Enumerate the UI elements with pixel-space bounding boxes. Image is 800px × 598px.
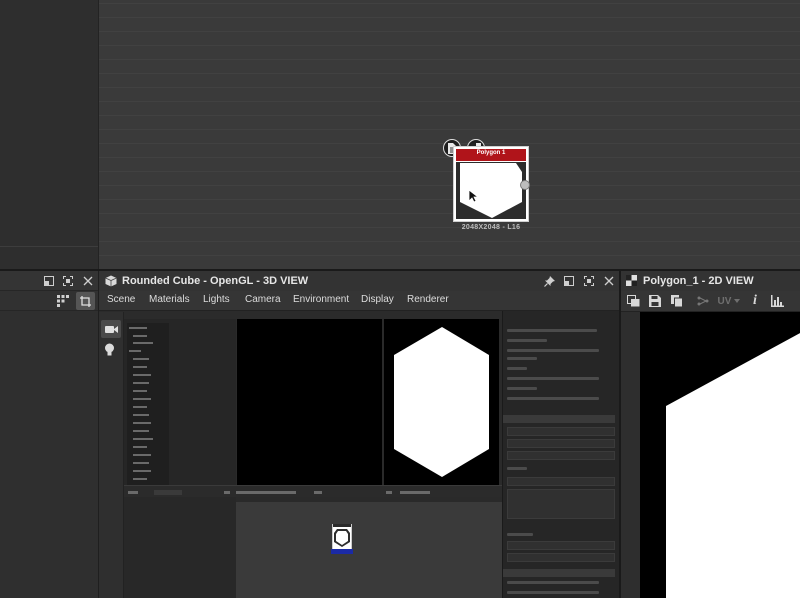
prop-slider [507, 591, 599, 594]
export-icon[interactable] [623, 291, 643, 311]
prop-field [507, 553, 615, 562]
grid-icon[interactable] [57, 295, 69, 307]
embedded-node-selection [331, 549, 353, 554]
info-icon[interactable]: i [745, 291, 765, 311]
view3d-toolstrip [99, 312, 124, 598]
view3d-title: Rounded Cube - OpenGL - 3D VIEW [122, 275, 309, 287]
prop-section-header [503, 415, 615, 423]
view2d-canvas[interactable] [621, 312, 800, 598]
prop-label [507, 467, 527, 470]
prop-label [507, 339, 547, 342]
maximize-icon[interactable] [63, 276, 73, 286]
node-thumbnail [456, 162, 526, 219]
embedded-graph-node [331, 524, 353, 554]
view3d-viewport[interactable] [124, 311, 619, 598]
close-icon[interactable] [83, 276, 93, 286]
prop-slider [507, 397, 599, 400]
embedded-3d-viewport [237, 319, 382, 489]
expand-icon[interactable] [44, 276, 54, 286]
left-bottom-panel [0, 271, 99, 598]
view2d-titlebar: Polygon_1 - 2D VIEW [621, 271, 800, 291]
polygon-thumbnail-shape [460, 163, 522, 218]
pin-icon[interactable] [544, 276, 555, 287]
prop-slider [507, 329, 597, 332]
cube-icon [105, 275, 117, 287]
left-bottom-titlebar [0, 271, 98, 291]
mouse-cursor-icon [468, 189, 479, 203]
view2d-toolbar: UV i [621, 291, 800, 312]
menu-renderer[interactable]: Renderer [407, 294, 449, 305]
view2d-polygon-shape [666, 333, 800, 598]
prop-field [507, 477, 615, 486]
view3d-panel: Rounded Cube - OpenGL - 3D VIEW Scene Ma… [99, 271, 619, 598]
menu-scene[interactable]: Scene [107, 294, 135, 305]
prop-label [507, 367, 527, 370]
uv-dropdown[interactable]: UV [715, 291, 743, 311]
embedded-bottom-bar [124, 485, 504, 497]
left-bottom-toolbar [0, 291, 98, 311]
copy-icon[interactable] [667, 291, 687, 311]
view2d-title: Polygon_1 - 2D VIEW [643, 275, 754, 287]
prop-slider [507, 377, 599, 380]
chevron-down-icon [734, 299, 741, 303]
expand-icon[interactable] [564, 276, 574, 286]
camera-icon[interactable] [101, 320, 121, 338]
graph-node-polygon[interactable]: Polygon 1 [453, 146, 529, 222]
left-panel [0, 0, 99, 270]
uv-label: UV [717, 295, 732, 307]
embedded-node-header [333, 524, 351, 527]
view3d-menubar: Scene Materials Lights Camera Environmen… [99, 291, 619, 311]
menu-lights[interactable]: Lights [203, 294, 230, 305]
checker-icon [626, 275, 637, 286]
menu-camera[interactable]: Camera [245, 294, 281, 305]
prop-section-header [503, 569, 615, 577]
prop-field [507, 451, 615, 460]
prop-textarea [507, 489, 615, 519]
maximize-icon[interactable] [584, 276, 594, 286]
view2d-panel: Polygon_1 - 2D VIEW UV i [619, 271, 800, 598]
histogram-icon[interactable] [767, 291, 787, 311]
menu-materials[interactable]: Materials [149, 294, 190, 305]
node-resolution-label: 2048X2048 - L16 [461, 224, 521, 231]
menu-environment[interactable]: Environment [293, 294, 349, 305]
close-icon[interactable] [604, 276, 614, 286]
node-output-port[interactable] [520, 180, 530, 190]
embedded-2d-viewport [384, 319, 499, 489]
embedded-properties-panel [502, 311, 619, 598]
embedded-graph [236, 502, 504, 598]
node-header: Polygon 1 [456, 149, 526, 161]
node-title: Polygon 1 [476, 150, 506, 156]
prop-label [507, 533, 533, 536]
save-icon[interactable] [645, 291, 665, 311]
prop-field [507, 439, 615, 448]
nodes-icon[interactable] [693, 291, 713, 311]
view3d-titlebar: Rounded Cube - OpenGL - 3D VIEW [99, 271, 619, 291]
embedded-node-shape [334, 529, 350, 547]
light-icon[interactable] [104, 343, 115, 356]
prop-field [507, 541, 615, 550]
embedded-polygon-shape [394, 327, 489, 477]
prop-label [507, 387, 537, 390]
embedded-left-bottom [124, 497, 236, 598]
prop-label [507, 357, 537, 360]
prop-field [507, 427, 615, 436]
view2d-left-strip [621, 312, 640, 598]
prop-slider [507, 581, 599, 584]
prop-slider [507, 349, 599, 352]
embedded-explorer-tree [127, 323, 169, 489]
left-panel-divider [0, 246, 99, 247]
frame-icon[interactable] [76, 292, 95, 310]
menu-display[interactable]: Display [361, 294, 394, 305]
